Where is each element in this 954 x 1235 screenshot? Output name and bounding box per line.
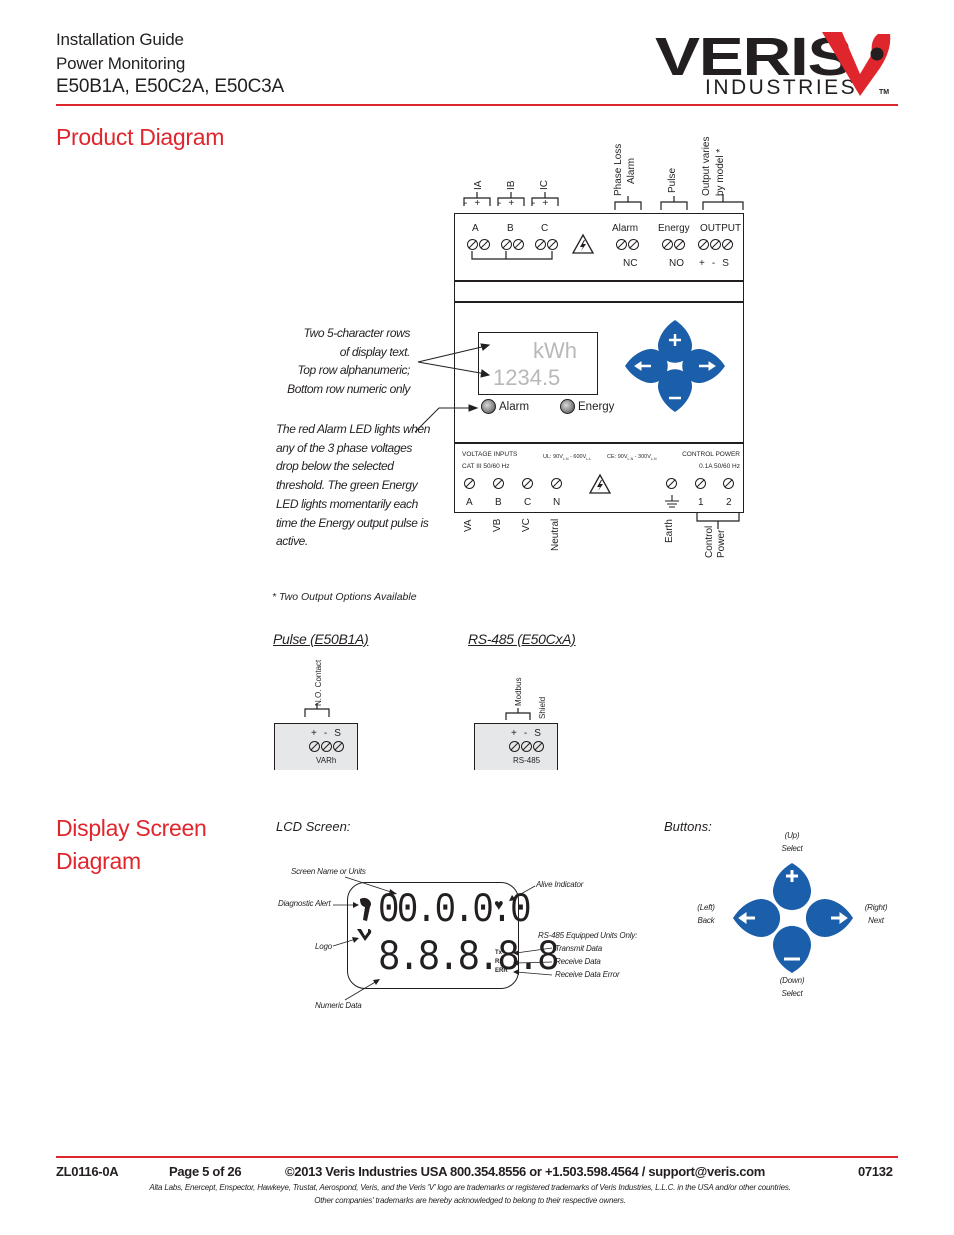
down-direction: (Down) [779,976,805,985]
footer-code: 07132 [858,1164,893,1179]
left-direction: (Left) [697,903,715,912]
left-action: Back [697,915,715,925]
footer-divider [56,1156,898,1158]
down-select-button[interactable] [773,925,811,973]
up-direction: (Up) [784,831,800,840]
left-button-label: (Left) Back [686,902,726,927]
right-button-label: (Right) Next [856,902,896,927]
doc-id: ZL0116-0A [56,1164,119,1179]
up-action: Select [781,843,803,853]
page-number: Page 5 of 26 [169,1164,242,1179]
up-button-label: (Up) Select [772,830,812,855]
right-direction: (Right) [864,903,888,912]
down-action: Select [781,988,803,998]
trademark-line2: Other companies' trademarks are hereby a… [314,1196,626,1205]
right-action: Next [868,915,884,925]
contact-info: ©2013 Veris Industries USA 800.354.8556 … [285,1164,766,1179]
down-button-label: (Down) Select [772,975,812,1000]
trademark-line1: Alta Labs, Enercept, Enspector, Hawkeye,… [149,1183,791,1192]
buttons-heading: Buttons: [664,819,712,834]
nav-buttons-diagram [733,863,853,973]
